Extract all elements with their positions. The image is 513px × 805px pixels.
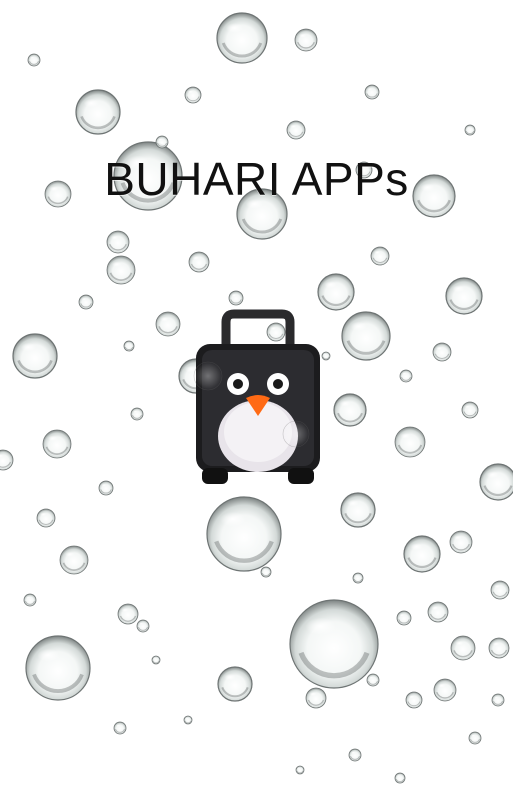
water-droplet — [340, 492, 376, 528]
water-droplet — [216, 12, 268, 64]
water-droplet — [188, 251, 210, 273]
water-droplet — [27, 53, 41, 67]
water-droplet — [468, 731, 482, 745]
water-droplet — [183, 715, 193, 725]
water-droplet — [433, 678, 457, 702]
water-droplet — [341, 311, 391, 361]
water-droplet — [151, 655, 161, 665]
water-droplet — [59, 545, 89, 575]
water-droplet — [370, 246, 390, 266]
water-droplet — [352, 572, 364, 584]
water-droplet — [130, 407, 144, 421]
water-droplet — [427, 601, 449, 623]
water-droplet — [394, 772, 406, 784]
app-title: BUHARI APPs — [104, 153, 409, 205]
water-droplet — [106, 230, 130, 254]
water-droplet — [12, 333, 58, 379]
water-droplet — [75, 89, 121, 135]
water-droplet — [333, 393, 367, 427]
water-droplet — [479, 463, 513, 501]
water-droplet — [490, 580, 510, 600]
water-droplet — [136, 619, 150, 633]
water-droplet — [25, 635, 91, 701]
water-droplet — [394, 426, 426, 458]
penguin-suitcase-icon — [193, 309, 320, 484]
water-droplet — [295, 765, 305, 775]
water-droplet — [396, 610, 412, 626]
water-droplet — [399, 369, 413, 383]
water-droplet — [461, 401, 479, 419]
water-droplet — [449, 530, 473, 554]
water-droplet — [217, 666, 253, 702]
water-droplet — [260, 566, 272, 578]
water-droplet — [117, 603, 139, 625]
water-droplet — [23, 593, 37, 607]
water-droplet — [491, 693, 505, 707]
water-droplet — [317, 273, 355, 311]
water-droplet — [123, 340, 135, 352]
water-droplet — [464, 124, 476, 136]
water-droplet — [106, 255, 136, 285]
water-droplet — [432, 342, 452, 362]
water-droplet — [488, 637, 510, 659]
water-droplet — [289, 599, 379, 689]
water-droplet — [184, 86, 202, 104]
water-droplet — [36, 508, 56, 528]
water-droplet — [78, 294, 94, 310]
water-droplet — [155, 135, 169, 149]
water-droplet — [366, 673, 380, 687]
water-droplet — [206, 496, 282, 572]
water-droplet — [450, 635, 476, 661]
water-droplet — [228, 290, 244, 306]
splash-screen: BUHARI APPs — [0, 0, 513, 805]
water-droplet — [98, 480, 114, 496]
water-droplet — [42, 429, 72, 459]
suitcase-handle — [221, 309, 295, 348]
water-droplet — [445, 277, 483, 315]
water-droplet — [0, 449, 14, 471]
water-droplet — [405, 691, 423, 709]
suitcase-wheel-right — [288, 468, 314, 484]
water-droplet — [286, 120, 306, 140]
water-droplet — [348, 748, 362, 762]
suitcase-wheel-left — [202, 468, 228, 484]
water-droplet — [155, 311, 181, 337]
water-droplet — [403, 535, 441, 573]
water-droplet — [294, 28, 318, 52]
water-droplet — [305, 687, 327, 709]
water-droplet — [364, 84, 380, 100]
water-droplet — [113, 721, 127, 735]
